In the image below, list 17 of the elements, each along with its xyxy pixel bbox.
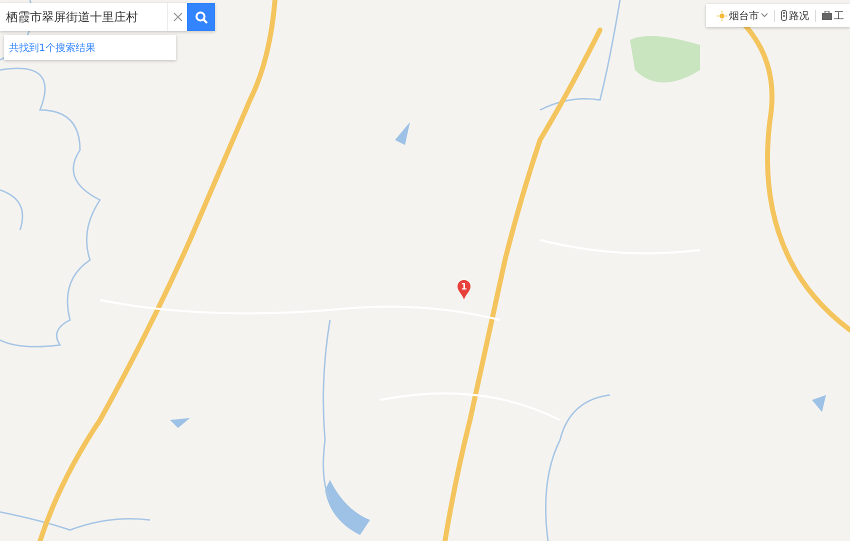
search-icon: [194, 10, 208, 24]
tools-button[interactable]: 工: [816, 4, 850, 27]
chevron-down-icon: [761, 13, 768, 18]
pond: [395, 122, 410, 145]
clear-button[interactable]: [168, 3, 187, 31]
traffic-button[interactable]: 路况: [775, 4, 815, 27]
toolbox-icon: [822, 11, 832, 20]
result-count-text: 共找到1个搜索结果: [9, 42, 96, 54]
city-selector[interactable]: 烟台市: [711, 4, 774, 27]
pond: [170, 418, 190, 428]
close-icon: [172, 12, 182, 22]
map-pin[interactable]: 1: [457, 280, 471, 300]
search-button[interactable]: [187, 3, 215, 31]
sun-icon: [717, 10, 727, 20]
pond: [812, 395, 826, 412]
search-field[interactable]: 栖霞市翠屏街道十里庄村: [0, 3, 168, 31]
traffic-light-icon: [781, 10, 787, 21]
